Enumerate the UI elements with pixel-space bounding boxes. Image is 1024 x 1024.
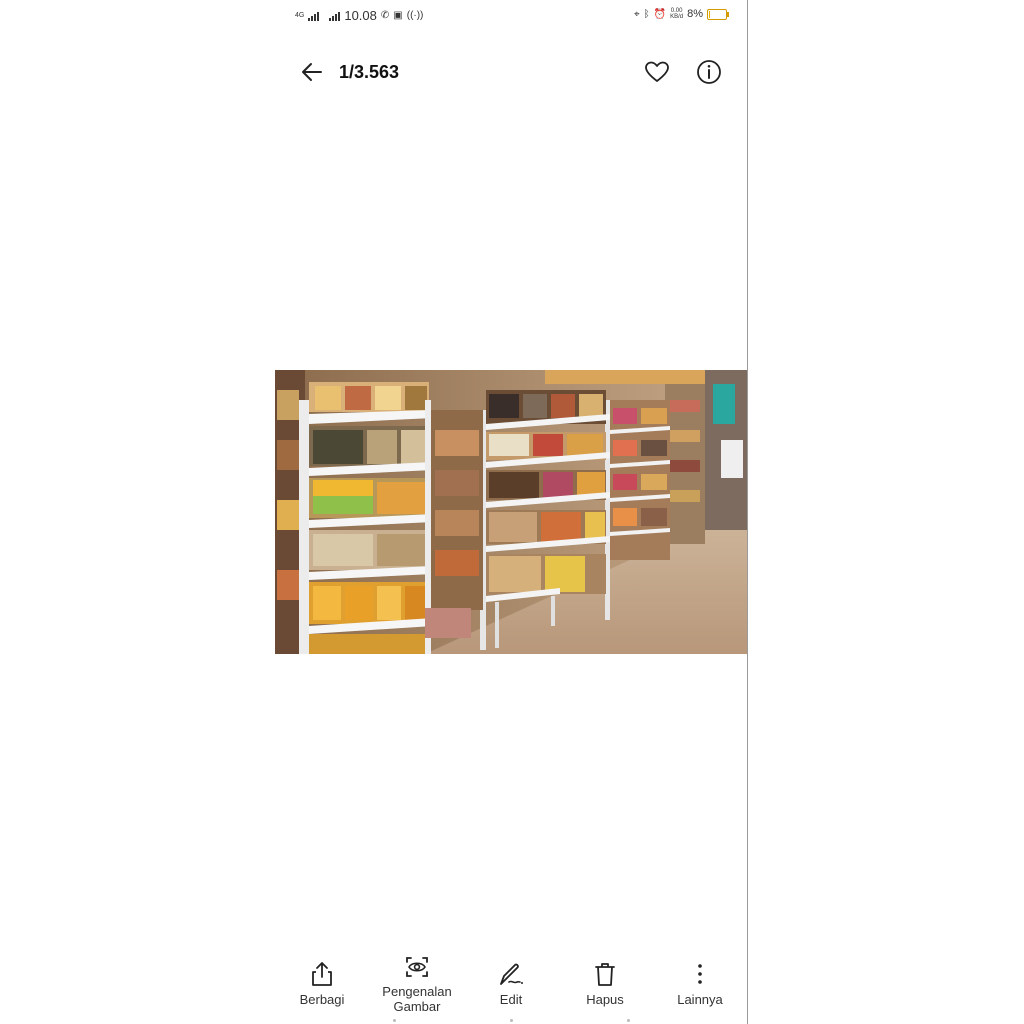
hotspot-icon: ((·)): [406, 10, 424, 21]
image-recognition-button[interactable]: Pengenalan Gambar: [377, 954, 457, 1014]
arrow-left-icon: [302, 63, 322, 81]
location-icon: ⌖: [633, 8, 640, 20]
signal-icon-2: [329, 11, 341, 21]
more-label: Lainnya: [677, 992, 723, 1007]
status-right: ⌖ ᛒ ⏰ 0.00 KB/d 8%: [633, 8, 729, 20]
supermarket-shelves-image: [275, 370, 747, 654]
more-vertical-icon: [698, 964, 702, 984]
edit-button[interactable]: Edit: [471, 960, 551, 1007]
status-bar: 4G 10.08 ✆ ▣ ((·)) ⌖ ᛒ ⏰ 0.00 KB/d 8%: [295, 8, 729, 26]
trash-icon: [595, 963, 615, 986]
gallery-screen: 4G 10.08 ✆ ▣ ((·)) ⌖ ᛒ ⏰ 0.00 KB/d 8% 1/…: [275, 0, 747, 1024]
indicator-dot: [393, 1019, 396, 1022]
share-button[interactable]: Berbagi: [282, 960, 362, 1007]
data-rate: 0.00 KB/d: [670, 8, 684, 20]
indicator-dot: [627, 1019, 630, 1022]
bluetooth-icon: ᛒ: [643, 8, 650, 20]
battery-fill: [709, 10, 710, 18]
status-left: 4G 10.08 ✆ ▣ ((·)): [295, 8, 423, 23]
bottom-toolbar: Berbagi Pengenalan Gambar Edit Hapus Lai…: [275, 957, 747, 1024]
battery-icon: [707, 8, 729, 20]
photo-view[interactable]: [275, 370, 747, 654]
info-button[interactable]: [695, 58, 723, 86]
pen-icon: [500, 963, 523, 985]
viewer-header: 1/3.563: [275, 52, 747, 92]
image-recognition-icon: [406, 957, 428, 977]
delete-label: Hapus: [586, 992, 624, 1007]
alarm-icon: ⏰: [653, 8, 667, 20]
screen-edge: [747, 0, 748, 1024]
share-label: Berbagi: [299, 992, 345, 1007]
image-counter: 1/3.563: [339, 62, 400, 82]
image-recognition-label: Pengenalan Gambar: [382, 984, 452, 1014]
edit-label: Edit: [499, 992, 523, 1007]
notification-icon: ▣: [393, 10, 403, 21]
indicator-dot: [510, 1019, 513, 1022]
whatsapp-icon: ✆: [380, 10, 390, 21]
delete-button[interactable]: Hapus: [565, 960, 645, 1007]
more-button[interactable]: Lainnya: [660, 960, 740, 1007]
heart-icon: [645, 61, 669, 82]
signal-icon: [308, 11, 320, 21]
network-type: 4G: [295, 12, 305, 19]
status-time: 10.08: [344, 8, 377, 23]
favorite-button[interactable]: [643, 58, 671, 86]
share-icon: [312, 962, 332, 986]
battery-percent: 8%: [687, 8, 703, 20]
info-icon: [697, 60, 721, 84]
back-button[interactable]: [299, 58, 327, 86]
